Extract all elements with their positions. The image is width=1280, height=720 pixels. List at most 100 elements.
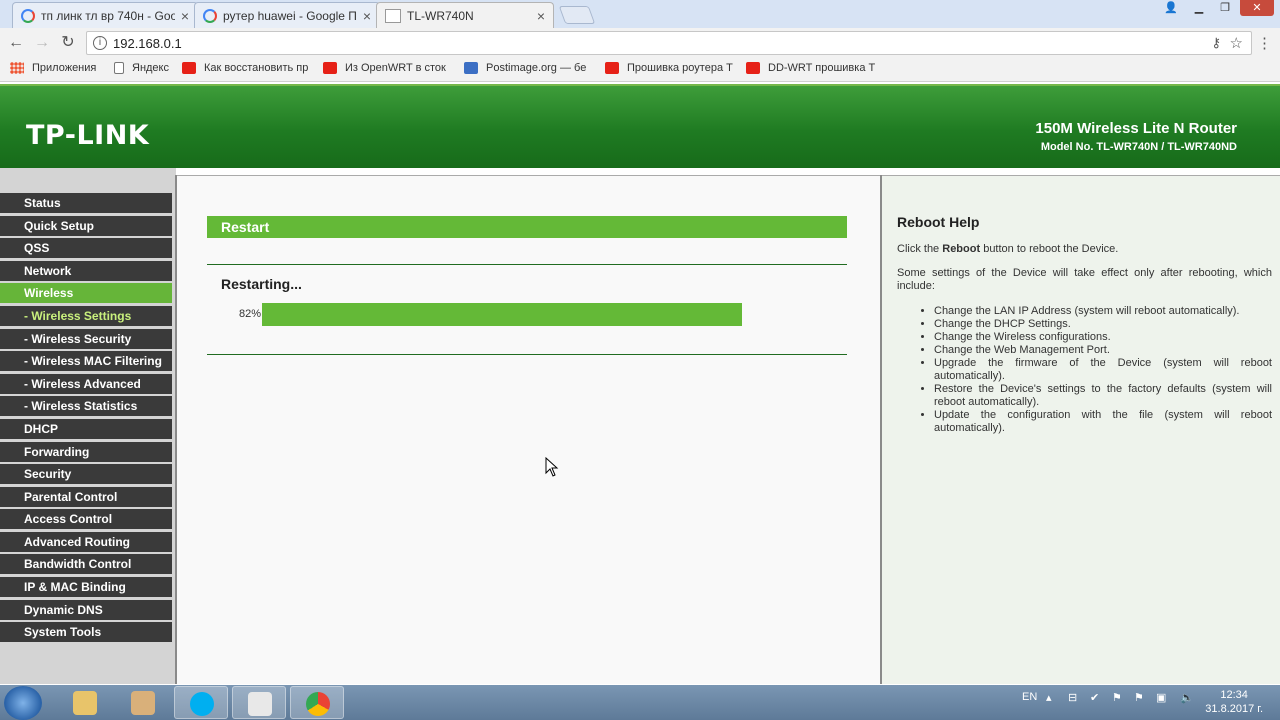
flag-icon[interactable]: ⚑ (1112, 691, 1122, 704)
browser-tab[interactable]: рутер huawei - Google П × (194, 2, 380, 28)
sidebar-item-forwarding[interactable]: Forwarding (0, 442, 172, 462)
system-clock[interactable]: 12:34 31.8.2017 г. (1205, 688, 1263, 716)
mouse-cursor-icon (545, 457, 559, 477)
close-icon[interactable]: × (363, 8, 371, 24)
help-list-item: Restore the Device's settings to the fac… (934, 383, 1272, 409)
sidebar-item-security[interactable]: Security (0, 464, 172, 484)
key-icon[interactable]: ⚷ (1211, 35, 1221, 51)
user-icon[interactable]: 👤 (1160, 0, 1182, 16)
tab-title: рутер huawei - Google П (223, 8, 357, 23)
tray-icon[interactable]: ▴ (1046, 691, 1052, 704)
close-window-button[interactable]: ✕ (1240, 0, 1274, 16)
sidebar-item-parental-control[interactable]: Parental Control (0, 487, 172, 507)
sidebar-item-wireless-statistics[interactable]: - Wireless Statistics (0, 396, 172, 416)
new-tab-button[interactable] (558, 6, 596, 24)
sidebar-item-status[interactable]: Status (0, 193, 172, 213)
sidebar-item-dhcp[interactable]: DHCP (0, 419, 172, 439)
bookmark-label: Из OpenWRT в сток (345, 62, 446, 74)
url-text[interactable]: 192.168.0.1 (113, 36, 182, 51)
maximize-button[interactable]: ❐ (1214, 0, 1236, 16)
bookmark-item[interactable]: Postimage.org — бе (464, 62, 594, 74)
taskbar-paint[interactable] (116, 686, 170, 719)
help-list-item: Change the Web Management Port. (934, 344, 1272, 357)
star-icon[interactable]: ☆ (1230, 34, 1243, 52)
sidebar-item-system-tools[interactable]: System Tools (0, 622, 172, 642)
help-text: Click the (897, 243, 943, 255)
bookmark-item[interactable]: Как восстановить пр (182, 62, 312, 74)
address-bar[interactable]: i 192.168.0.1 ⚷ ☆ (86, 31, 1252, 55)
youtube-icon (605, 62, 619, 74)
taskbar-explorer[interactable] (58, 686, 112, 719)
taskbar-skype[interactable] (174, 686, 228, 719)
help-list: Change the LAN IP Address (system will r… (934, 305, 1272, 435)
sidebar-item-bandwidth-control[interactable]: Bandwidth Control (0, 554, 172, 574)
network-icon[interactable]: ▣ (1156, 691, 1166, 704)
clock-date: 31.8.2017 г. (1205, 703, 1263, 715)
back-icon[interactable]: ← (6, 33, 26, 53)
help-list-item: Update the configuration with the file (… (934, 409, 1272, 435)
paint-icon (131, 691, 155, 715)
youtube-icon (323, 62, 337, 74)
main-content: Restart Restarting... 82% (177, 175, 880, 684)
sidebar-item-network[interactable]: Network (0, 261, 172, 281)
menu-dots-icon[interactable]: ⋮ (1257, 34, 1272, 52)
sidebar-item-wireless[interactable]: Wireless (0, 283, 172, 303)
bookmark-item[interactable]: Прошивка роутера Т (605, 62, 735, 74)
bookmark-label: Как восстановить пр (204, 62, 309, 74)
help-panel: Reboot Help Click the Reboot button to r… (882, 175, 1280, 684)
start-button[interactable] (4, 686, 42, 720)
close-icon[interactable]: × (181, 8, 189, 24)
tab-title: TL-WR740N (407, 8, 474, 23)
info-icon[interactable]: i (93, 36, 107, 50)
progress-percent: 82% (239, 308, 262, 320)
bookmark-item[interactable]: Из OpenWRT в сток (323, 62, 453, 74)
youtube-icon (746, 62, 760, 74)
sidebar-item-wireless-advanced[interactable]: - Wireless Advanced (0, 374, 172, 394)
bookmark-label: Приложения (32, 62, 97, 74)
sidebar-item-wireless-mac-filtering[interactable]: - Wireless MAC Filtering (0, 351, 172, 371)
help-title: Reboot Help (897, 214, 980, 230)
help-text-bold: Reboot (942, 243, 981, 255)
sidebar-item-wireless-security[interactable]: - Wireless Security (0, 329, 172, 349)
browser-toolbar: ← → ↻ i 192.168.0.1 ⚷ ☆ ⋮ (0, 28, 1280, 58)
tray-icon[interactable]: ⊟ (1068, 691, 1077, 704)
sidebar-item-dynamic-dns[interactable]: Dynamic DNS (0, 600, 172, 620)
bookmark-apps[interactable]: Приложения (10, 62, 96, 74)
sidebar-item-quick-setup[interactable]: Quick Setup (0, 216, 172, 236)
restart-progress-bar (262, 303, 742, 326)
apps-icon (10, 62, 24, 74)
sidebar-item-advanced-routing[interactable]: Advanced Routing (0, 532, 172, 552)
volume-icon[interactable]: 🔈 (1180, 691, 1194, 704)
page-icon (385, 8, 401, 23)
bookmark-label: Прошивка роутера Т (627, 62, 733, 74)
bookmark-label: Postimage.org — бе (486, 62, 587, 74)
sidebar-item-ip-mac-binding[interactable]: IP & MAC Binding (0, 577, 172, 597)
sidebar-item-qss[interactable]: QSS (0, 238, 172, 258)
postimage-icon (464, 62, 478, 74)
tray-icon[interactable]: ⚑ (1134, 691, 1144, 704)
tp-link-logo: TP-LINK (26, 120, 150, 151)
taskbar-chrome[interactable] (290, 686, 344, 719)
bookmarks-bar: Приложения Яндекс Как восстановить пр Из… (0, 58, 1280, 82)
minimize-button[interactable]: ▁ (1188, 0, 1210, 16)
bookmark-yandex[interactable]: Яндекс (114, 62, 169, 74)
chrome-icon (306, 692, 330, 716)
bookmark-label: DD-WRT прошивка Т (768, 62, 876, 74)
tab-title: тп линк тл вр 740н - Goo (41, 8, 175, 23)
browser-tab-active[interactable]: TL-WR740N × (376, 2, 554, 28)
help-intro: Click the Reboot button to reboot the De… (897, 243, 1272, 255)
help-list-item: Change the DHCP Settings. (934, 318, 1272, 331)
tray-icon[interactable]: ✔ (1090, 691, 1099, 704)
taskbar-app[interactable] (232, 686, 286, 719)
help-list-item: Change the Wireless configurations. (934, 331, 1272, 344)
reload-icon[interactable]: ↻ (58, 33, 78, 53)
sidebar-item-access-control[interactable]: Access Control (0, 509, 172, 529)
help-text: button to reboot the Device. (980, 243, 1119, 255)
forward-icon[interactable]: → (32, 33, 52, 53)
close-icon[interactable]: × (537, 8, 545, 24)
sidebar-item-wireless-settings[interactable]: - Wireless Settings (0, 306, 172, 326)
bookmark-item[interactable]: DD-WRT прошивка Т (746, 62, 876, 74)
google-icon (21, 8, 35, 23)
browser-tab[interactable]: тп линк тл вр 740н - Goo × (12, 2, 198, 28)
language-indicator[interactable]: EN (1022, 691, 1037, 703)
